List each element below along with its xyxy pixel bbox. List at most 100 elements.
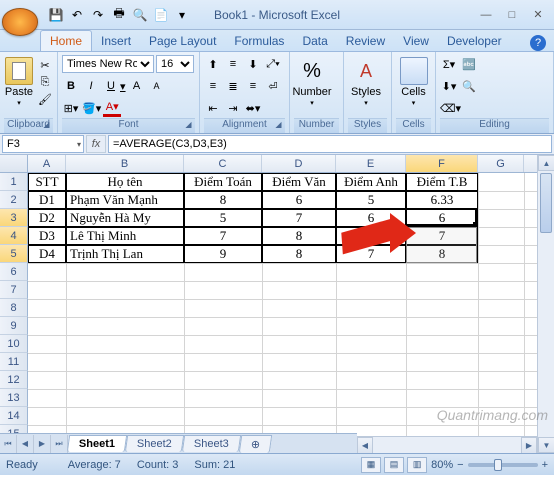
next-sheet-icon[interactable]: ▶ [34,435,51,453]
col-header-F[interactable]: F [406,155,478,172]
font-color-icon[interactable]: A▾ [103,99,121,117]
col-header-E[interactable]: E [336,155,406,172]
shrink-font-icon[interactable]: A [148,77,166,95]
cell-E1[interactable]: Điểm Anh [336,173,406,191]
last-sheet-icon[interactable]: ⏭ [51,435,68,453]
tab-page-layout[interactable]: Page Layout [140,31,225,51]
tab-review[interactable]: Review [337,31,394,51]
row-header-3[interactable]: 3 [0,209,28,227]
row-header-14[interactable]: 14 [0,407,28,425]
cell-A4[interactable]: D3 [28,227,66,245]
scroll-left-icon[interactable]: ◀ [357,437,373,453]
cells-button[interactable]: Cells▾ [396,54,431,107]
col-header-C[interactable]: C [184,155,262,172]
cell-F5[interactable]: 8 [406,245,478,263]
zoom-level[interactable]: 80% [431,459,453,471]
row-header-8[interactable]: 8 [0,299,28,317]
zoom-out-icon[interactable]: − [457,459,463,471]
sheet-tab-3[interactable]: Sheet3 [182,435,241,452]
sheet-tab-1[interactable]: Sheet1 [67,435,127,452]
tab-view[interactable]: View [394,31,438,51]
orientation-icon[interactable]: ⤢▾ [264,55,282,73]
page-layout-view-icon[interactable]: ▤ [384,457,404,473]
cell-A1[interactable]: STT [28,173,66,191]
fill-color-icon[interactable]: 🪣▾ [82,99,101,117]
maximize-button[interactable]: □ [500,6,524,24]
row-header-10[interactable]: 10 [0,335,28,353]
font-launcher[interactable]: ◢ [183,120,194,131]
clear-icon[interactable]: ⌫▾ [440,99,461,117]
row-header-1[interactable]: 1 [0,173,28,191]
cell-A2[interactable]: D1 [28,191,66,209]
doc-icon[interactable]: 📄 [153,7,169,23]
font-size-select[interactable]: 16 [156,55,194,73]
grow-font-icon[interactable]: A [128,77,146,95]
row-header-12[interactable]: 12 [0,371,28,389]
select-all-corner[interactable] [0,155,28,172]
page-break-view-icon[interactable]: ▥ [407,457,427,473]
zoom-slider[interactable] [468,463,538,467]
tab-insert[interactable]: Insert [92,31,140,51]
scroll-down-icon[interactable]: ▼ [538,437,554,453]
normal-view-icon[interactable]: ▦ [361,457,381,473]
decrease-indent-icon[interactable]: ⇤ [204,99,222,117]
cell-F1[interactable]: Điểm T.B [406,173,478,191]
name-box[interactable]: F3 [2,135,84,153]
align-middle-icon[interactable]: ≡ [224,55,242,73]
close-button[interactable]: ✕ [526,6,550,24]
cell-D5[interactable]: 8 [262,245,336,263]
cell-C3[interactable]: 5 [184,209,262,227]
row-header-5[interactable]: 5 [0,245,28,263]
minimize-button[interactable]: — [474,6,498,24]
align-right-icon[interactable]: ≡ [244,77,262,95]
align-top-icon[interactable]: ⬆ [204,55,222,73]
scroll-right-icon[interactable]: ▶ [521,437,537,453]
col-header-D[interactable]: D [262,155,336,172]
row-header-4[interactable]: 4 [0,227,28,245]
alignment-launcher[interactable]: ◢ [273,120,284,131]
help-icon[interactable]: ? [530,35,546,51]
cell-D4[interactable]: 8 [262,227,336,245]
cell-C4[interactable]: 7 [184,227,262,245]
cell-D2[interactable]: 6 [262,191,336,209]
cell-B5[interactable]: Trịnh Thị Lan [66,245,184,263]
cell-B2[interactable]: Phạm Văn Mạnh [66,191,184,209]
row-header-6[interactable]: 6 [0,263,28,281]
cell-C2[interactable]: 8 [184,191,262,209]
bold-button[interactable]: B [62,77,80,95]
cell-C1[interactable]: Điểm Toán [184,173,262,191]
fill-icon[interactable]: ⬇▾ [440,77,458,95]
horizontal-scrollbar[interactable]: ◀ ▶ [357,436,537,453]
zoom-in-icon[interactable]: + [542,459,548,471]
undo-icon[interactable]: ↶ [69,7,85,23]
scroll-thumb[interactable] [540,173,552,233]
row-header-2[interactable]: 2 [0,191,28,209]
tab-developer[interactable]: Developer [438,31,511,51]
find-icon[interactable]: 🔍 [460,77,478,95]
redo-icon[interactable]: ↷ [90,7,106,23]
cell-E2[interactable]: 5 [336,191,406,209]
tab-data[interactable]: Data [293,31,336,51]
cut-icon[interactable]: ✂ [37,57,53,73]
cell-A5[interactable]: D4 [28,245,66,263]
copy-icon[interactable]: ⎘ [37,74,53,90]
cell-D3[interactable]: 7 [262,209,336,227]
row-header-9[interactable]: 9 [0,317,28,335]
styles-button[interactable]: A Styles▾ [348,54,384,107]
number-button[interactable]: % Number▾ [294,54,330,107]
border-icon[interactable]: ⊞▾ [62,99,80,117]
cell-B3[interactable]: Nguyễn Hà My [66,209,184,227]
cell-F3[interactable]: 6 [406,209,478,227]
first-sheet-icon[interactable]: ⏮ [0,435,17,453]
row-header-7[interactable]: 7 [0,281,28,299]
cell-B1[interactable]: Họ tên [66,173,184,191]
cell-F2[interactable]: 6.33 [406,191,478,209]
office-button[interactable] [2,8,38,36]
prev-sheet-icon[interactable]: ◀ [17,435,34,453]
format-painter-icon[interactable]: 🖌 [37,91,53,107]
wrap-text-icon[interactable]: ⏎ [264,77,282,95]
col-header-B[interactable]: B [66,155,184,172]
print-icon[interactable]: 🖶 [111,7,127,23]
sort-icon[interactable]: 🔤 [460,55,478,73]
tab-formulas[interactable]: Formulas [225,31,293,51]
